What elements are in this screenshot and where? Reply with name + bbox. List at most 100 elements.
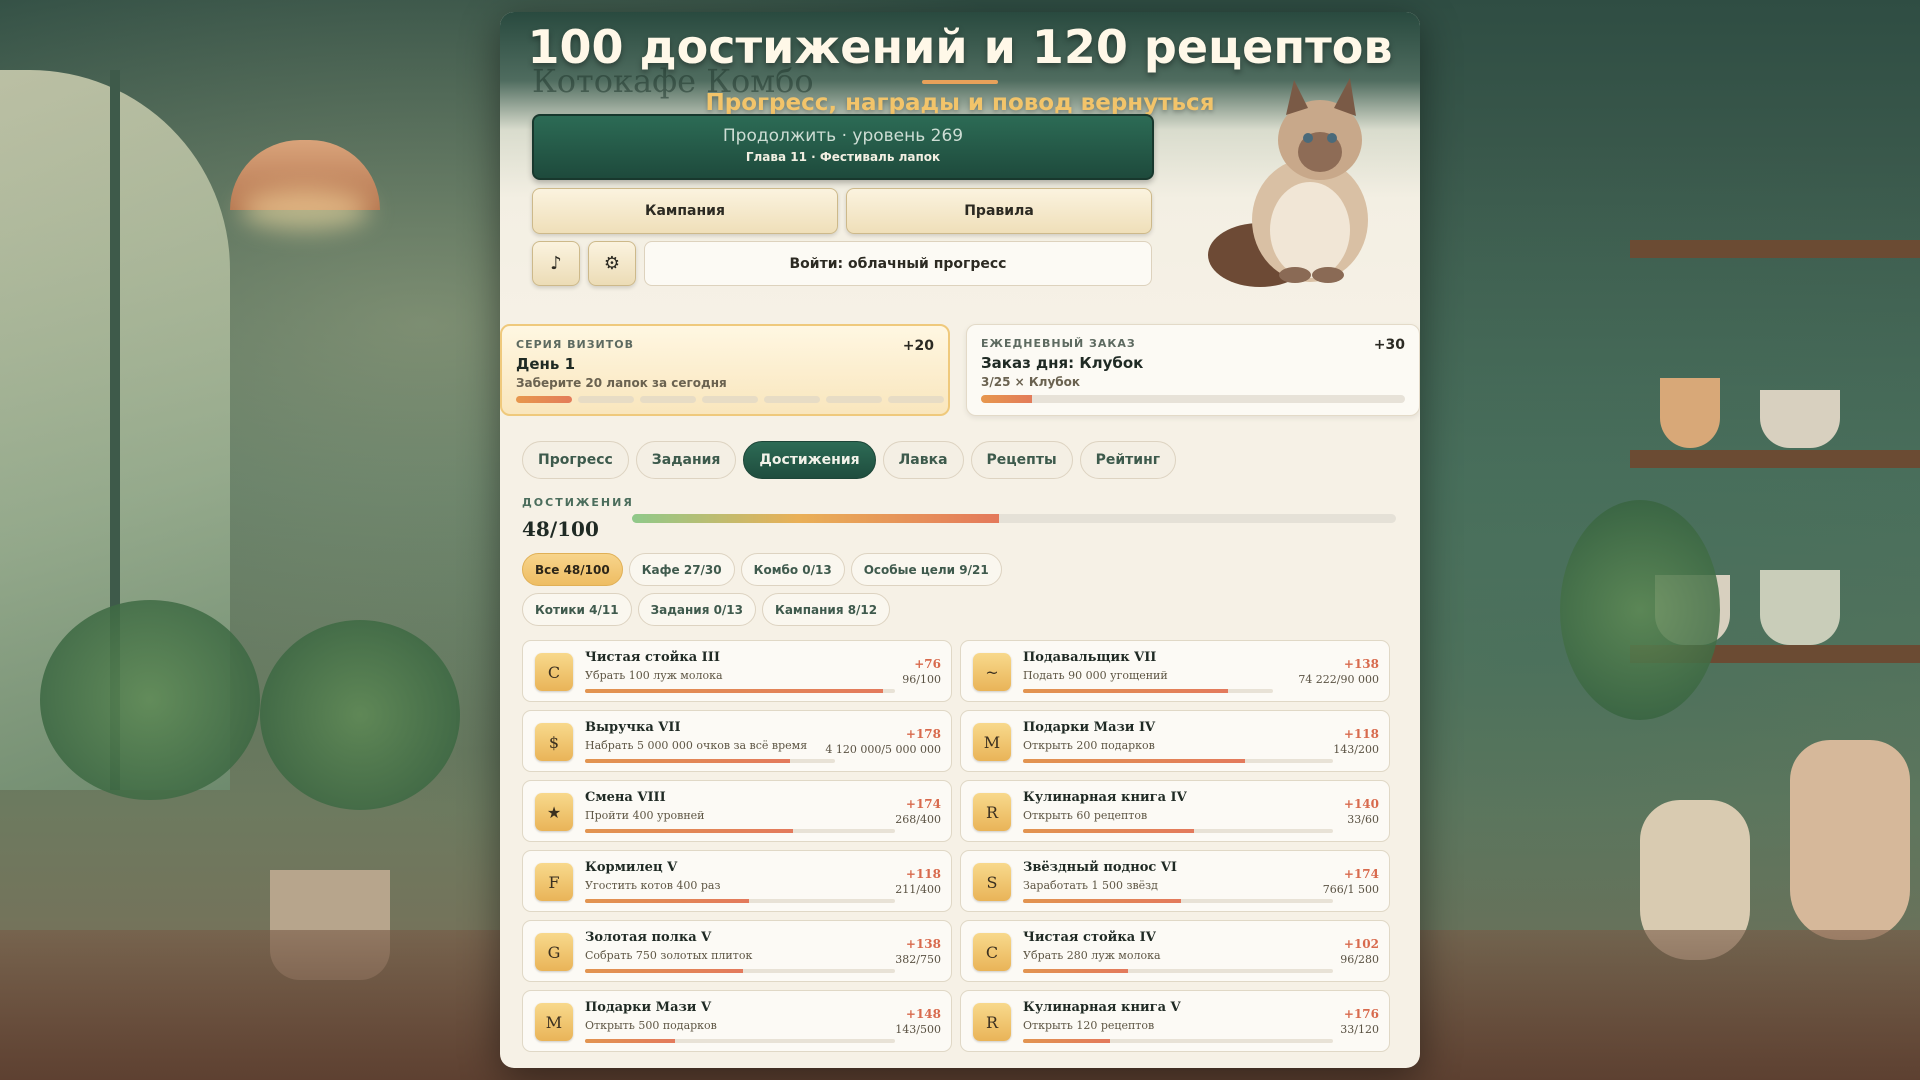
achievement-desc: Угостить котов 400 раз [585,879,721,892]
daily-progress-bar [981,395,1405,403]
filter-chip[interactable]: Котики 4/11 [522,593,632,626]
achievement-reward: +76 [914,657,941,671]
achievement-icon: G [535,933,573,971]
achievement-desc: Заработать 1 500 звёзд [1023,879,1158,892]
achievements-section-label: ДОСТИЖЕНИЯ [522,496,634,509]
achievement-progress-text: 33/120 [1340,1023,1379,1036]
achievement-progress-text: 96/280 [1340,953,1379,966]
background-plant [40,600,260,800]
achievement-reward: +138 [905,937,941,951]
achievement-card[interactable]: F Кормилец V Угостить котов 400 раз +118 211… [522,850,952,912]
achievement-progress-fill [1023,899,1182,903]
achievement-progress-fill [1023,689,1228,693]
music-icon: ♪ [550,253,562,274]
filter-row: Все 48/100 Кафе 27/30 Комбо 0/13 Особые цел… [522,553,1402,586]
streak-day-segment [888,396,944,403]
achievement-card[interactable]: C Чистая стойка III Убрать 100 луж молока +… [522,640,952,702]
background-lamp-glow [240,190,370,230]
achievement-progress-text: 382/750 [895,953,941,966]
achievement-progress-bar [1023,969,1333,973]
filter-chip[interactable]: Особые цели 9/21 [850,553,1002,586]
achievement-reward: +118 [905,867,941,881]
tab-item[interactable]: Достижения [743,441,876,479]
achievement-icon: S [973,863,1011,901]
achievement-reward: +118 [1343,727,1379,741]
achievement-progress-fill [585,1039,675,1043]
achievement-icon: M [535,1003,573,1041]
achievement-card[interactable]: ~ Подавальщик VII Подать 90 000 угощений +1… [960,640,1390,702]
achievement-card[interactable]: R Кулинарная книга V Открыть 120 рецептов +… [960,990,1390,1052]
achievement-icon: C [973,933,1011,971]
achievement-reward: +140 [1343,797,1379,811]
streak-progress [516,396,944,403]
achievement-progress-fill [585,759,790,763]
tab-item[interactable]: Лавка [882,441,964,479]
login-button[interactable]: Войти: облачный прогресс [644,241,1152,286]
achievement-icon: F [535,863,573,901]
continue-chapter: Глава 11 · Фестиваль лапок [745,150,941,164]
background-shelf [1630,450,1920,468]
achievement-desc: Подать 90 000 угощений [1023,669,1168,682]
daily-order-card[interactable]: ЕЖЕДНЕВНЫЙ ЗАКАЗ Заказ дня: Клубок 3/25 … [966,324,1420,416]
continue-button[interactable]: Продолжить · уровень 269 Глава 11 · Фест… [532,114,1154,180]
filter-chip[interactable]: Все 48/100 [522,553,623,586]
streak-day-segment [826,396,882,403]
achievement-title: Подарки Мази IV [1023,720,1156,735]
hero-title: 100 достижений и 120 рецептов [527,20,1393,74]
achievement-title: Подавальщик VII [1023,650,1157,665]
achievement-title: Чистая стойка IV [1023,930,1156,945]
filter-chip[interactable]: Комбо 0/13 [740,553,845,586]
achievement-card[interactable]: R Кулинарная книга IV Открыть 60 рецептов +… [960,780,1390,842]
achievement-progress-bar [1023,689,1273,693]
achievement-card[interactable]: M Подарки Мази V Открыть 500 подарков +148 1… [522,990,952,1052]
achievement-progress-text: 211/400 [895,883,941,896]
settings-button[interactable]: ⚙ [588,241,636,286]
achievement-card[interactable]: ★ Смена VIII Пройти 400 уровней +174 268/400 [522,780,952,842]
achievement-progress-fill [585,969,744,973]
streak-card[interactable]: СЕРИЯ ВИЗИТОВ День 1 Заберите 20 лапок з… [500,324,950,416]
music-button[interactable]: ♪ [532,241,580,286]
filter-chip[interactable]: Кафе 27/30 [628,553,735,586]
achievement-progress-fill [585,829,793,833]
streak-reward: +20 [902,338,934,354]
tab-item[interactable]: Прогресс [522,441,629,479]
achievement-title: Выручка VII [585,720,681,735]
achievement-title: Кулинарная книга V [1023,1000,1181,1015]
hero-banner: Котокафе Комбо 100 достижений и 120 реце… [500,12,1420,322]
achievement-progress-text: 143/200 [1333,743,1379,756]
achievement-card[interactable]: S Звёздный поднос VI Заработать 1 500 звёз… [960,850,1390,912]
daily-label: ЕЖЕДНЕВНЫЙ ЗАКАЗ [981,337,1136,350]
background-shelf [1630,240,1920,258]
achievement-icon: R [973,1003,1011,1041]
rules-button[interactable]: Правила [846,188,1152,234]
achievement-progress-text: 143/500 [895,1023,941,1036]
achievement-progress-bar [1023,759,1333,763]
achievement-progress-fill [1023,829,1194,833]
achievement-reward: +148 [905,1007,941,1021]
achievement-card[interactable]: G Золотая полка V Собрать 750 золотых плит… [522,920,952,982]
achievement-card[interactable]: C Чистая стойка IV Убрать 280 луж молока +1… [960,920,1390,982]
tab-item[interactable]: Рецепты [970,441,1073,479]
daily-reward: +30 [1373,337,1405,353]
campaign-button[interactable]: Кампания [532,188,838,234]
filter-chip[interactable]: Задания 0/13 [637,593,757,626]
achievement-card[interactable]: M Подарки Мази IV Открыть 200 подарков +118… [960,710,1390,772]
achievement-progress-text: 33/60 [1347,813,1379,826]
achievement-desc: Открыть 60 рецептов [1023,809,1148,822]
achievement-reward: +174 [1343,867,1379,881]
streak-label: СЕРИЯ ВИЗИТОВ [516,338,635,351]
achievement-card[interactable]: $ Выручка VII Набрать 5 000 000 очков за в… [522,710,952,772]
achievement-progress-bar [585,1039,895,1043]
tab-item[interactable]: Рейтинг [1079,441,1177,479]
filter-chip[interactable]: Кампания 8/12 [762,593,891,626]
streak-desc: Заберите 20 лапок за сегодня [516,376,727,390]
achievement-title: Звёздный поднос VI [1023,860,1178,875]
tab-item[interactable]: Задания [635,441,737,479]
background-cup [1760,390,1840,448]
achievement-desc: Набрать 5 000 000 очков за всё время [585,739,808,752]
daily-progress-fill [981,395,1032,403]
filter-row: Котики 4/11 Задания 0/13 Кампания 8/12 [522,593,1402,626]
achievement-progress-bar [1023,899,1333,903]
background-cup [1660,378,1720,448]
cat-mascot-image [1208,78,1368,287]
